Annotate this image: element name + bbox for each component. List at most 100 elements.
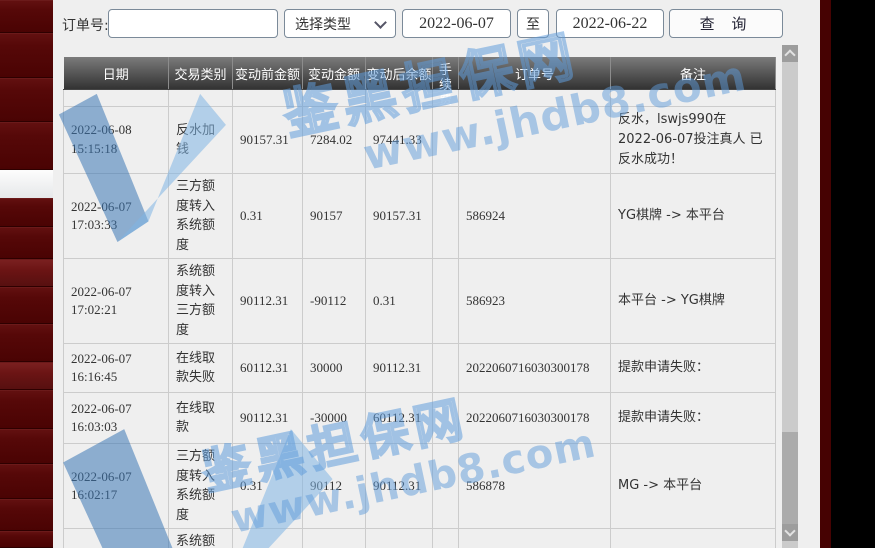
table-header-row: 日期 交易类别 变动前金额 变动金额 变动后余额 手续费 订单号 备注 [64, 57, 776, 90]
frame-black-area [831, 0, 875, 548]
cell-type: 三方额度转入系统额度 [169, 444, 233, 529]
date-range-to-label: 至 [517, 9, 549, 38]
scroll-up-button[interactable] [782, 45, 798, 62]
transactions-table: 日期 交易类别 变动前金额 变动金额 变动后余额 手续费 订单号 备注 2022… [63, 57, 776, 548]
cell-after: 0.31 [366, 259, 433, 344]
sidebar-menu-item-highlight[interactable] [0, 259, 53, 287]
cell-remark: YG棋牌 -> 本平台 [611, 174, 776, 259]
sidebar-menu-item[interactable] [0, 33, 53, 78]
cell-date: 2022-06-08 15:15:18 [64, 107, 169, 174]
header-remark: 备注 [611, 57, 776, 90]
date-from-input[interactable]: 2022-06-07 [402, 9, 511, 38]
header-order: 订单号 [459, 57, 611, 90]
query-button[interactable]: 查 询 [669, 9, 783, 38]
cell-before: 0.31 [233, 174, 303, 259]
header-date: 日期 [64, 57, 169, 90]
sidebar-menu-item[interactable] [0, 78, 53, 122]
app-window: 订单号: 选择类型 2022-06-07 至 2022-06-22 查 询 日期… [0, 0, 875, 548]
table-row: 2022-06-07 16:01:14 系统额度转入三方额度 90100.31 … [64, 529, 776, 548]
table-row: 2022-06-07 16:02:17 三方额度转入系统额度 0.31 9011… [64, 444, 776, 529]
cell-remark: 本平台 -> MG [611, 529, 776, 548]
cell-change: 30000 [303, 344, 366, 393]
sidebar-menu-item[interactable] [0, 499, 53, 531]
cell-after: 0.31 [366, 529, 433, 548]
table-row: 2022-06-07 16:03:03 在线取款 90112.31 -30000… [64, 393, 776, 444]
frame-red-strip [820, 0, 831, 548]
cell-before: 90112.31 [233, 393, 303, 444]
cell-before: 90112.31 [233, 259, 303, 344]
cell-type: 系统额度转入三方额度 [169, 259, 233, 344]
cell-date: 2022-06-07 17:02:21 [64, 259, 169, 344]
cell-type: 反水加钱 [169, 107, 233, 174]
cell-fee [433, 259, 459, 344]
date-to-input[interactable]: 2022-06-22 [556, 9, 664, 38]
sidebar-menu-item[interactable] [0, 287, 53, 324]
sidebar-menu-item[interactable] [0, 531, 53, 548]
cell-before: 60112.31 [233, 344, 303, 393]
sidebar-menu-item-highlight[interactable] [0, 362, 53, 390]
cell-change: -30000 [303, 393, 366, 444]
cell-order [459, 107, 611, 174]
chevron-up-icon [784, 49, 795, 60]
cell-order: 2022060716030300178 [459, 344, 611, 393]
cell-order: 586923 [459, 259, 611, 344]
order-number-input[interactable] [108, 9, 278, 38]
spacer-row [64, 90, 776, 107]
vertical-scrollbar[interactable] [782, 45, 798, 548]
cell-remark: 反水，lswjs990在 2022-06-07投注真人 已反水成功！ [611, 107, 776, 174]
sidebar-menu-item[interactable] [0, 227, 53, 259]
cell-before: 90100.31 [233, 529, 303, 548]
type-select[interactable]: 选择类型 [284, 9, 396, 38]
chevron-down-icon [374, 16, 387, 29]
cell-remark: 本平台 -> YG棋牌 [611, 259, 776, 344]
cell-date: 2022-06-07 16:01:14 [64, 529, 169, 548]
sidebar-menu-item[interactable] [0, 0, 53, 33]
cell-type: 在线取款 [169, 393, 233, 444]
sidebar-menu-item[interactable] [0, 464, 53, 499]
cell-fee [433, 393, 459, 444]
sidebar-menu [0, 0, 53, 548]
cell-fee [433, 107, 459, 174]
sidebar-menu-item[interactable] [0, 324, 53, 362]
cell-order: 2022060716030300178 [459, 393, 611, 444]
scrollbar-thumb[interactable] [782, 432, 798, 524]
cell-change: -90100 [303, 529, 366, 548]
header-after: 变动后余额 [366, 57, 433, 90]
cell-date: 2022-06-07 16:03:03 [64, 393, 169, 444]
cell-date: 2022-06-07 16:02:17 [64, 444, 169, 529]
header-before: 变动前金额 [233, 57, 303, 90]
table-row: 2022-06-08 15:15:18 反水加钱 90157.31 7284.0… [64, 107, 776, 174]
sidebar-gap [0, 170, 53, 198]
type-select-value: 选择类型 [295, 14, 351, 34]
cell-after: 90157.31 [366, 174, 433, 259]
cell-fee [433, 344, 459, 393]
cell-after: 97441.33 [366, 107, 433, 174]
header-type: 交易类别 [169, 57, 233, 90]
cell-type: 系统额度转入三方额度 [169, 529, 233, 548]
scroll-down-button[interactable] [782, 524, 798, 541]
cell-change: -90112 [303, 259, 366, 344]
cell-fee [433, 174, 459, 259]
header-change: 变动金额 [303, 57, 366, 90]
sidebar-menu-item[interactable] [0, 122, 53, 170]
cell-change: 7284.02 [303, 107, 366, 174]
header-fee: 手续费 [433, 57, 459, 90]
cell-date: 2022-06-07 16:16:45 [64, 344, 169, 393]
cell-date: 2022-06-07 17:03:33 [64, 174, 169, 259]
sidebar-menu-item[interactable] [0, 429, 53, 464]
cell-before: 90157.31 [233, 107, 303, 174]
chevron-down-icon [784, 525, 795, 536]
cell-after: 90112.31 [366, 344, 433, 393]
cell-remark: 提款申请失败： [611, 344, 776, 393]
sidebar-menu-item[interactable] [0, 198, 53, 227]
order-number-label: 订单号: [62, 15, 109, 35]
cell-fee [433, 529, 459, 548]
cell-fee [433, 444, 459, 529]
cell-order: 586924 [459, 174, 611, 259]
filter-form: 订单号: 选择类型 2022-06-07 至 2022-06-22 查 询 [53, 0, 783, 48]
cell-after: 60112.31 [366, 393, 433, 444]
table-row: 2022-06-07 17:02:21 系统额度转入三方额度 90112.31 … [64, 259, 776, 344]
cell-change: 90112 [303, 444, 366, 529]
sidebar-menu-item[interactable] [0, 390, 53, 429]
cell-type: 三方额度转入系统额度 [169, 174, 233, 259]
